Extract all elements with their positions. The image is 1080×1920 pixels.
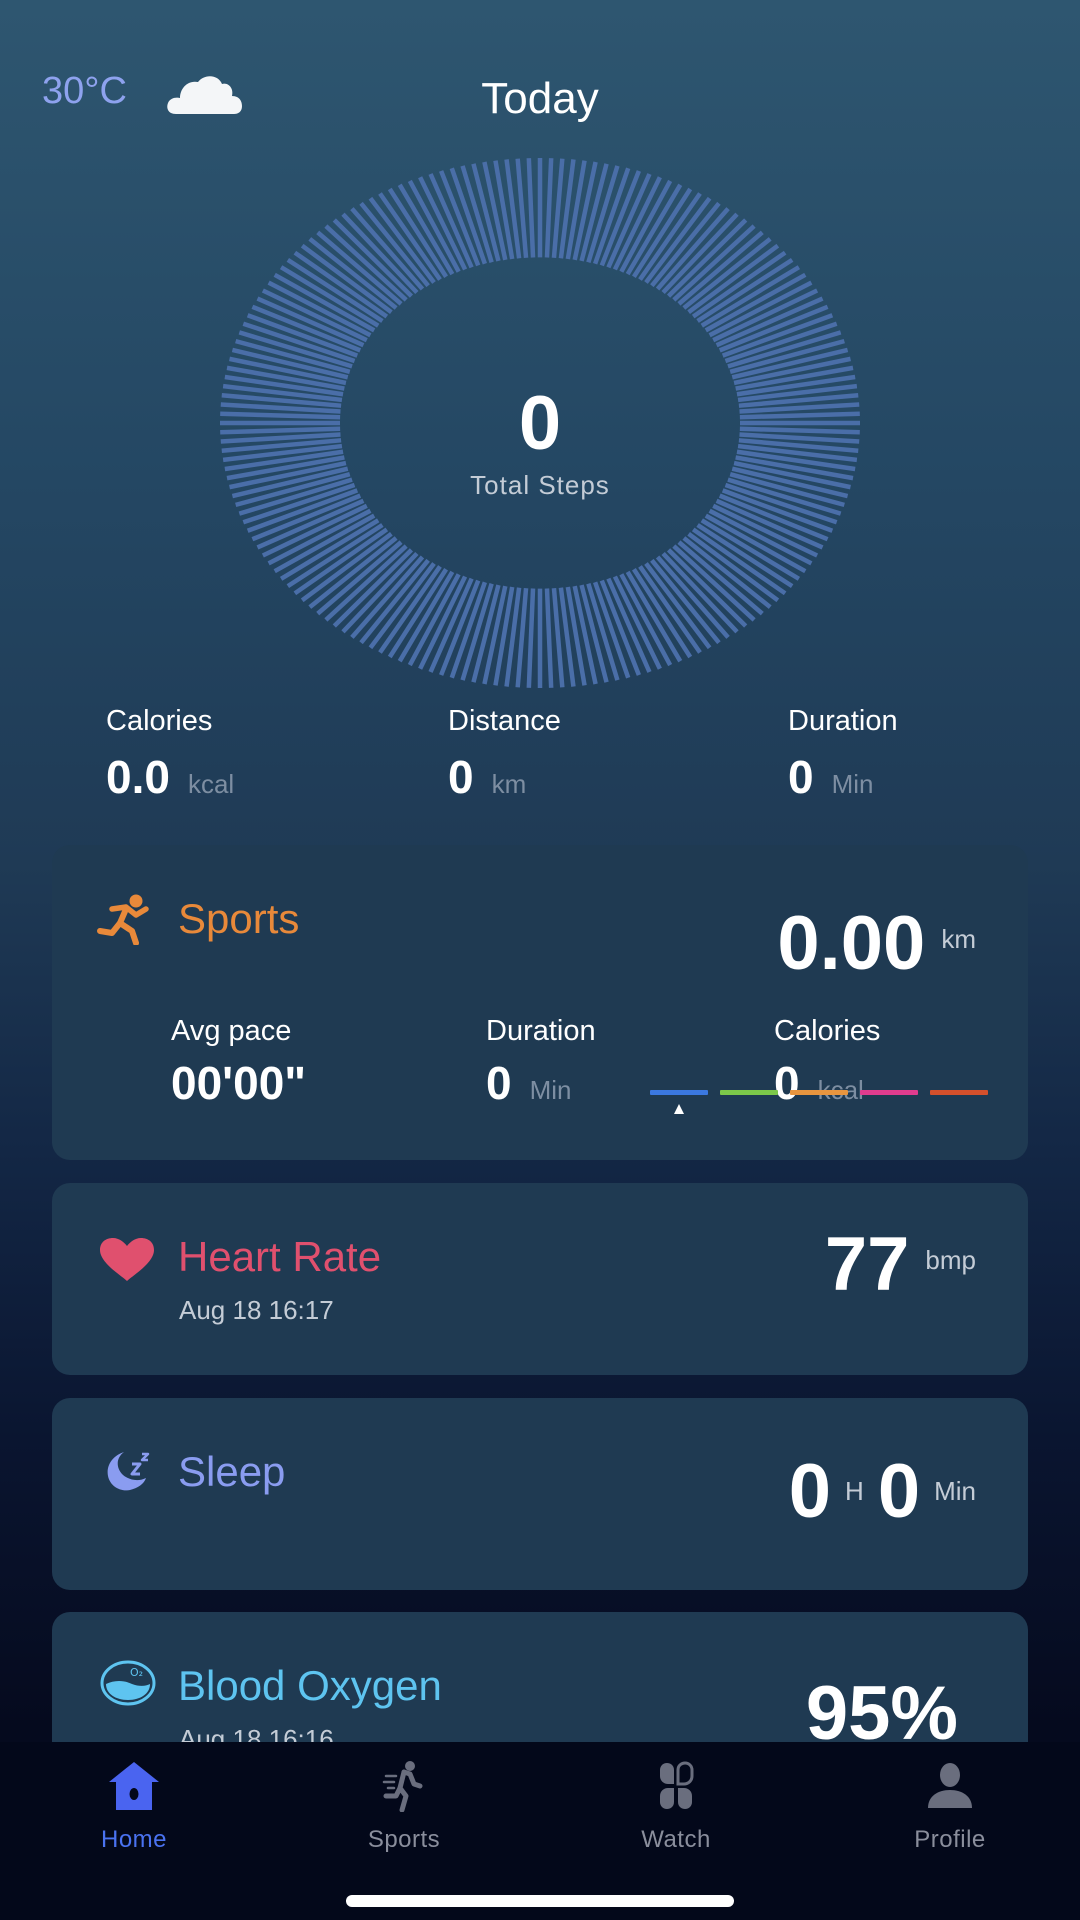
stat-value: 0 bbox=[448, 751, 474, 803]
heart-rate-value: 77 bbox=[824, 1222, 910, 1307]
daily-summary: Calories 0.0 kcal Distance 0 km Duration… bbox=[0, 705, 1080, 815]
ring-tick bbox=[526, 158, 536, 258]
blood-oxygen-reading: 95% bbox=[806, 1670, 958, 1752]
home-indicator[interactable] bbox=[346, 1895, 734, 1907]
sleep-minutes-value: 0 bbox=[877, 1449, 921, 1534]
heart-rate-title: Heart Rate bbox=[178, 1233, 382, 1280]
sports-card[interactable]: Sports 0.00 km Avg pace 00'00" Duration … bbox=[52, 845, 1028, 1160]
home-icon bbox=[109, 1762, 159, 1810]
stat-value: 0 bbox=[774, 1057, 800, 1109]
blood-oxygen-card[interactable]: O₂ Blood Oxygen Aug 18 16:16 95% bbox=[52, 1612, 1028, 1752]
summary-distance: Distance 0 km bbox=[448, 705, 561, 804]
sports-duration: Duration 0 Min bbox=[486, 1015, 596, 1110]
moon-sleep-icon bbox=[107, 1452, 150, 1491]
tab-label: Profile bbox=[914, 1826, 986, 1853]
tab-label: Sports bbox=[367, 1826, 441, 1853]
sleep-minutes-unit: Min bbox=[934, 1476, 976, 1506]
zone-marker-icon bbox=[674, 1104, 684, 1114]
blood-oxygen-value: 95% bbox=[805, 1671, 958, 1752]
stat-unit: kcal bbox=[187, 769, 235, 799]
steps-value: 0 bbox=[518, 381, 562, 466]
sleep-hours-value: 0 bbox=[788, 1449, 832, 1534]
tab-label: Home bbox=[100, 1826, 168, 1853]
stat-value: 0 bbox=[486, 1057, 512, 1109]
sports-title: Sports bbox=[178, 895, 300, 942]
stat-value: 0 bbox=[788, 751, 814, 803]
heart-rate-reading: 77 bmp bbox=[825, 1221, 976, 1308]
running-icon bbox=[382, 1761, 423, 1812]
heart-rate-zone-4 bbox=[860, 1090, 918, 1095]
sports-distance: 0.00 km bbox=[777, 900, 976, 987]
profile-icon bbox=[928, 1763, 972, 1808]
sports-distance-unit: km bbox=[941, 924, 976, 954]
sleep-duration: 0 H 0 Min bbox=[789, 1448, 976, 1535]
stat-label: Distance bbox=[448, 705, 561, 737]
page-title: Today bbox=[481, 74, 599, 123]
tab-profile[interactable]: Profile bbox=[860, 1760, 1040, 1854]
heart-rate-unit: bmp bbox=[925, 1245, 976, 1275]
sleep-title: Sleep bbox=[178, 1448, 286, 1495]
heart-rate-timestamp: Aug 18 16:17 bbox=[179, 1295, 334, 1325]
stat-label: Avg pace bbox=[171, 1015, 292, 1047]
tab-home[interactable]: Home bbox=[44, 1760, 224, 1854]
stat-unit: Min bbox=[831, 769, 874, 799]
stat-unit: km bbox=[491, 769, 527, 799]
summary-calories: Calories 0.0 kcal bbox=[106, 705, 234, 804]
header: 30°C Today bbox=[0, 60, 1080, 140]
heart-rate-zone-2 bbox=[720, 1090, 778, 1095]
tab-label: Watch bbox=[641, 1826, 711, 1853]
stat-label: Calories bbox=[106, 705, 213, 737]
stat-unit: Min bbox=[529, 1075, 572, 1105]
heart-icon bbox=[100, 1238, 154, 1281]
summary-duration: Duration 0 Min bbox=[788, 705, 898, 804]
sleep-card[interactable]: Sleep 0 H 0 Min bbox=[52, 1398, 1028, 1590]
ring-tick bbox=[526, 588, 536, 688]
stat-label: Duration bbox=[788, 705, 898, 737]
svg-text:O₂: O₂ bbox=[130, 1666, 143, 1679]
ring-tick bbox=[544, 158, 554, 258]
sports-distance-value: 0.00 bbox=[777, 901, 926, 986]
stat-value: 00'00" bbox=[171, 1057, 307, 1109]
heart-rate-zone-5 bbox=[930, 1090, 988, 1095]
ring-tick bbox=[544, 588, 554, 688]
tab-watch[interactable]: Watch bbox=[586, 1760, 766, 1854]
sleep-hours-unit: H bbox=[845, 1476, 864, 1506]
heart-rate-zone-1 bbox=[650, 1090, 708, 1095]
heart-rate-card[interactable]: Heart Rate Aug 18 16:17 77 bmp bbox=[52, 1183, 1028, 1375]
blood-oxygen-title: Blood Oxygen bbox=[178, 1662, 442, 1709]
steps-label: Total Steps bbox=[470, 470, 610, 500]
sports-calories: Calories 0 kcal bbox=[774, 1015, 880, 1110]
oxygen-icon: O₂ bbox=[100, 1660, 156, 1706]
tab-sports[interactable]: Sports bbox=[314, 1760, 494, 1854]
tab-bar: Home Sports Watch Profile bbox=[0, 1742, 1080, 1920]
stat-value: 0.0 bbox=[106, 751, 170, 803]
stat-label: Duration bbox=[486, 1015, 596, 1047]
steps-ring[interactable]: 0 Total Steps bbox=[220, 158, 860, 688]
heart-rate-zone-3 bbox=[790, 1090, 848, 1095]
watch-icon bbox=[660, 1761, 694, 1809]
stat-label: Calories bbox=[774, 1015, 881, 1047]
running-icon bbox=[97, 894, 149, 945]
sports-avg-pace: Avg pace 00'00" bbox=[171, 1015, 306, 1110]
